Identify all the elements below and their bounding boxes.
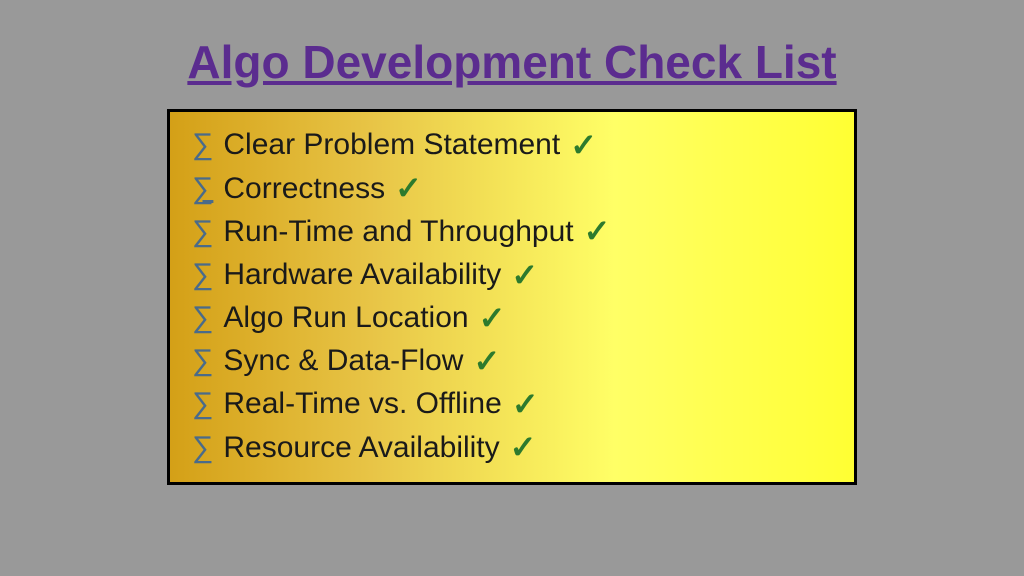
sigma-bullet-icon: ∑ xyxy=(192,298,213,339)
item-label: Algo Run Location xyxy=(223,298,468,339)
item-label: Hardware Availability xyxy=(223,255,501,296)
checkmark-icon: ✓ xyxy=(510,426,537,469)
sigma-bullet-icon: ∑ xyxy=(192,212,213,253)
list-item: ∑ Sync & Data-Flow ✓ xyxy=(192,340,824,383)
sigma-bullet-icon: ∑ xyxy=(192,169,213,210)
checkmark-icon: ✓ xyxy=(584,210,611,253)
checkmark-icon: ✓ xyxy=(479,297,506,340)
sigma-bullet-icon: ∑ xyxy=(192,255,213,296)
checkmark-icon: ✓ xyxy=(511,254,538,297)
item-label: Real-Time vs. Offline xyxy=(223,384,501,425)
list-item: ∑ Clear Problem Statement ✓ xyxy=(192,124,824,167)
sigma-bullet-icon: ∑ xyxy=(192,341,213,382)
sigma-bullet-icon: ∑ xyxy=(192,125,213,166)
checkmark-icon: ✓ xyxy=(512,383,539,426)
sigma-bullet-icon: ∑ xyxy=(192,428,213,469)
list-item: ∑ Correctness ✓ xyxy=(192,167,824,210)
checkmark-icon: ✓ xyxy=(395,167,422,210)
item-label: Sync & Data-Flow xyxy=(223,341,463,382)
list-item: ∑ Hardware Availability ✓ xyxy=(192,254,824,297)
item-label: Clear Problem Statement xyxy=(223,125,560,166)
item-label: Run-Time and Throughput xyxy=(223,212,573,253)
item-label: Resource Availability xyxy=(223,428,499,469)
page-title: Algo Development Check List xyxy=(187,35,836,89)
checkmark-icon: ✓ xyxy=(570,124,597,167)
list-item: ∑ Algo Run Location ✓ xyxy=(192,297,824,340)
list-item: ∑ Resource Availability ✓ xyxy=(192,426,824,469)
sigma-bullet-icon: ∑ xyxy=(192,384,213,425)
checkmark-icon: ✓ xyxy=(473,340,500,383)
list-item: ∑ Real-Time vs. Offline ✓ xyxy=(192,383,824,426)
item-label: Correctness xyxy=(223,169,385,210)
checklist-box: ∑ Clear Problem Statement ✓ ∑ Correctnes… xyxy=(167,109,857,485)
list-item: ∑ Run-Time and Throughput ✓ xyxy=(192,210,824,253)
